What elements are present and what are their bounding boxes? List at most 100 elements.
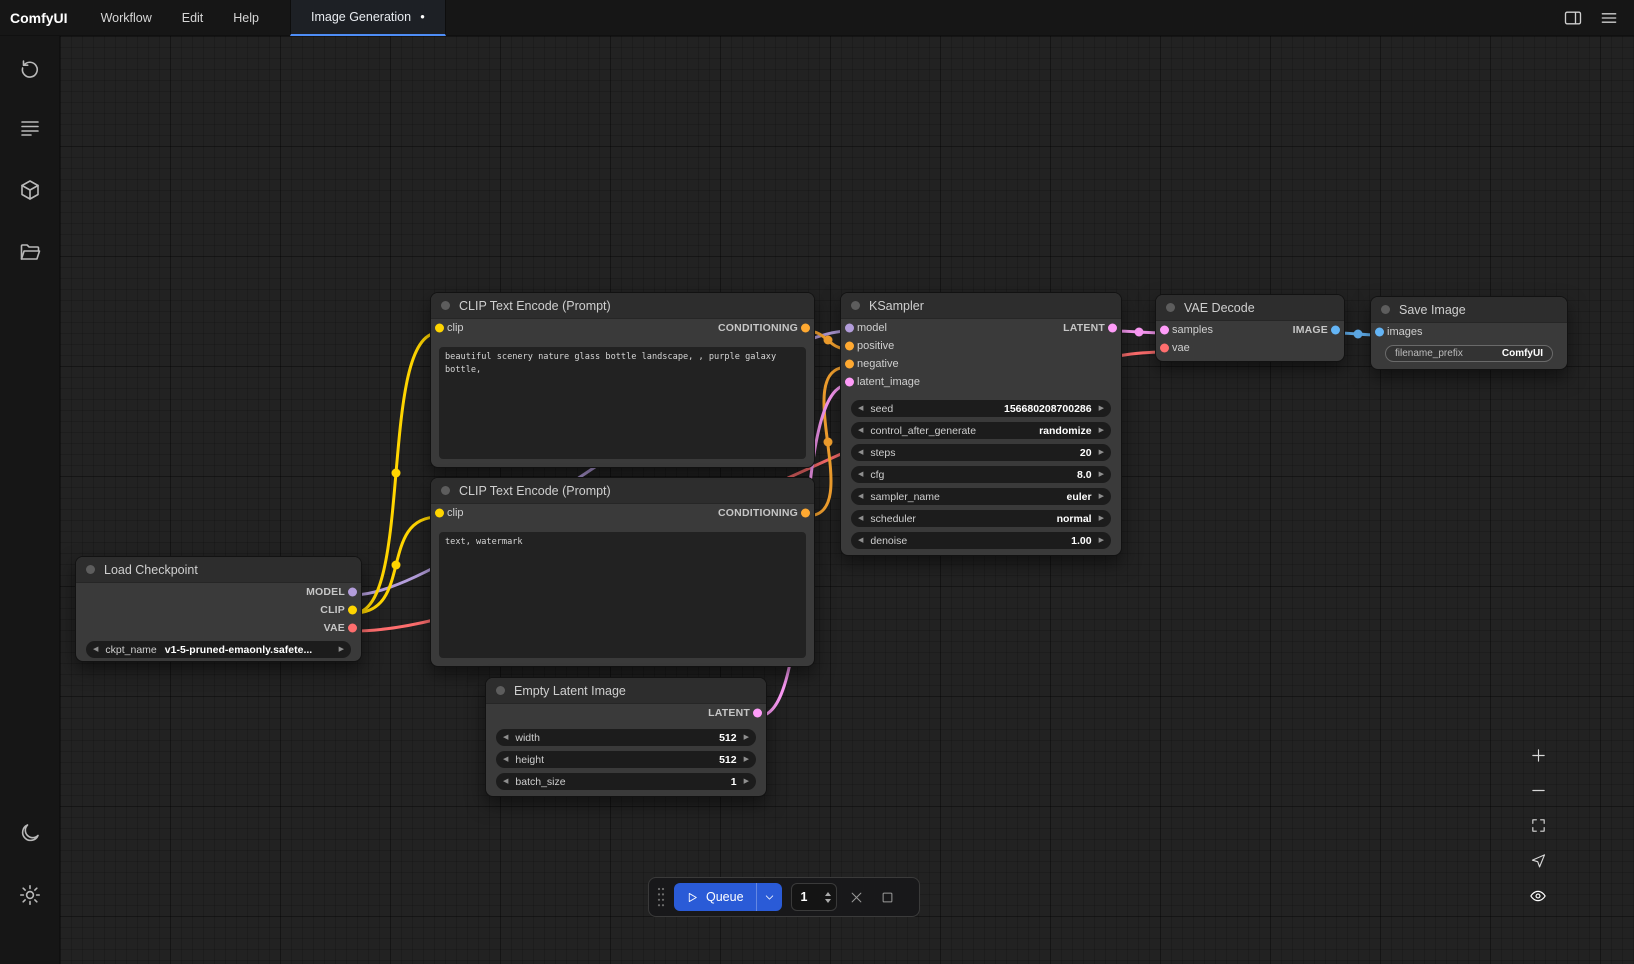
tab-image-generation[interactable]: Image Generation ● <box>290 0 446 36</box>
collapse-dot-icon[interactable] <box>441 486 450 495</box>
collapse-dot-icon[interactable] <box>441 301 450 310</box>
output-port-vae[interactable] <box>348 624 357 633</box>
increment-arrow-icon[interactable]: ▶ <box>744 734 749 741</box>
decrement-arrow-icon[interactable]: ◀ <box>503 756 508 763</box>
decrement-arrow-icon[interactable]: ◀ <box>503 778 508 785</box>
decrement-arrow-icon[interactable]: ◀ <box>858 493 863 500</box>
node-header[interactable]: Save Image <box>1371 297 1567 323</box>
decrement-arrow-icon[interactable]: ◀ <box>858 471 863 478</box>
node-load-checkpoint[interactable]: Load Checkpoint MODEL CLIP VAE ◀ ckpt_na… <box>75 556 362 662</box>
decrement-icon[interactable] <box>825 899 831 903</box>
fit-view-icon[interactable] <box>1522 810 1554 841</box>
node-clip-text-encode-negative[interactable]: CLIP Text Encode (Prompt) clip CONDITION… <box>430 477 815 667</box>
input-port-clip[interactable] <box>435 324 444 333</box>
input-port-clip[interactable] <box>435 509 444 518</box>
decrement-arrow-icon[interactable]: ◀ <box>858 405 863 412</box>
input-port-negative[interactable] <box>845 360 854 369</box>
widget-seed[interactable]: ◀ seed 156680208700286 ▶ <box>851 400 1111 417</box>
node-ksampler[interactable]: KSampler model LATENT positive negative … <box>840 292 1122 556</box>
increment-arrow-icon[interactable]: ▶ <box>744 778 749 785</box>
collapse-dot-icon[interactable] <box>496 686 505 695</box>
widget-steps[interactable]: ◀ steps 20 ▶ <box>851 444 1111 461</box>
collapse-dot-icon[interactable] <box>1381 305 1390 314</box>
node-header[interactable]: KSampler <box>841 293 1121 319</box>
decrement-arrow-icon[interactable]: ◀ <box>93 646 98 653</box>
increment-arrow-icon[interactable]: ▶ <box>1099 405 1104 412</box>
node-clip-text-encode-positive[interactable]: CLIP Text Encode (Prompt) clip CONDITION… <box>430 292 815 468</box>
decrement-arrow-icon[interactable]: ◀ <box>858 515 863 522</box>
widget-sampler-name[interactable]: ◀ sampler_name euler ▶ <box>851 488 1111 505</box>
menu-workflow[interactable]: Workflow <box>86 0 167 36</box>
widget-ckpt-name[interactable]: ◀ ckpt_name v1-5-pruned-emaonly.safete..… <box>86 641 351 658</box>
node-header[interactable]: Empty Latent Image <box>486 678 766 704</box>
widget-cfg[interactable]: ◀ cfg 8.0 ▶ <box>851 466 1111 483</box>
drag-handle-icon[interactable] <box>657 886 665 908</box>
node-library-icon[interactable] <box>10 108 50 148</box>
input-port-positive[interactable] <box>845 342 854 351</box>
increment-icon[interactable] <box>825 892 831 896</box>
increment-arrow-icon[interactable]: ▶ <box>1099 537 1104 544</box>
widget-scheduler[interactable]: ◀ scheduler normal ▶ <box>851 510 1111 527</box>
widget-height[interactable]: ◀ height 512 ▶ <box>496 751 756 768</box>
decrement-arrow-icon[interactable]: ◀ <box>858 427 863 434</box>
node-graph-canvas[interactable]: Load Checkpoint MODEL CLIP VAE ◀ ckpt_na… <box>60 36 1634 964</box>
node-header[interactable]: VAE Decode <box>1156 295 1344 321</box>
prompt-textarea[interactable]: beautiful scenery nature glass bottle la… <box>439 347 806 459</box>
widget-denoise[interactable]: ◀ denoise 1.00 ▶ <box>851 532 1111 549</box>
output-port-conditioning[interactable] <box>801 509 810 518</box>
input-port-latent-image[interactable] <box>845 378 854 387</box>
node-save-image[interactable]: Save Image images filename_prefix ComfyU… <box>1370 296 1568 370</box>
zoom-out-icon[interactable] <box>1522 775 1554 806</box>
increment-arrow-icon[interactable]: ▶ <box>744 756 749 763</box>
select-cursor-icon[interactable] <box>1522 845 1554 876</box>
theme-moon-icon[interactable] <box>10 813 50 853</box>
cancel-x-icon[interactable] <box>846 886 868 908</box>
node-header[interactable]: CLIP Text Encode (Prompt) <box>431 293 814 319</box>
node-header[interactable]: CLIP Text Encode (Prompt) <box>431 478 814 504</box>
stop-square-icon[interactable] <box>877 886 899 908</box>
output-port-image[interactable] <box>1331 326 1340 335</box>
node-vae-decode[interactable]: VAE Decode samples IMAGE vae <box>1155 294 1345 362</box>
input-port-images[interactable] <box>1375 328 1384 337</box>
widget-filename-prefix[interactable]: filename_prefix ComfyUI <box>1385 345 1553 362</box>
output-port-clip[interactable] <box>348 606 357 615</box>
output-port-conditioning[interactable] <box>801 324 810 333</box>
node-empty-latent-image[interactable]: Empty Latent Image LATENT ◀ width 512 ▶ … <box>485 677 767 797</box>
app-logo[interactable]: ComfyUI <box>0 10 86 26</box>
decrement-arrow-icon[interactable]: ◀ <box>503 734 508 741</box>
workflows-folder-icon[interactable] <box>10 232 50 272</box>
queue-history-icon[interactable] <box>10 48 50 88</box>
collapse-dot-icon[interactable] <box>86 565 95 574</box>
zoom-in-icon[interactable] <box>1522 740 1554 771</box>
input-port-vae[interactable] <box>1160 344 1169 353</box>
widget-batch-size[interactable]: ◀ batch_size 1 ▶ <box>496 773 756 790</box>
hamburger-menu-icon[interactable] <box>1598 7 1620 29</box>
decrement-arrow-icon[interactable]: ◀ <box>858 537 863 544</box>
toggle-visibility-eye-icon[interactable] <box>1522 880 1554 911</box>
output-port-latent[interactable] <box>753 709 762 718</box>
increment-arrow-icon[interactable]: ▶ <box>1099 493 1104 500</box>
widget-width[interactable]: ◀ width 512 ▶ <box>496 729 756 746</box>
menu-edit[interactable]: Edit <box>167 0 219 36</box>
toggle-panel-icon[interactable] <box>1562 7 1584 29</box>
increment-arrow-icon[interactable]: ▶ <box>1099 449 1104 456</box>
model-library-icon[interactable] <box>10 170 50 210</box>
increment-arrow-icon[interactable]: ▶ <box>1099 427 1104 434</box>
increment-arrow-icon[interactable]: ▶ <box>1099 471 1104 478</box>
decrement-arrow-icon[interactable]: ◀ <box>858 449 863 456</box>
widget-control-after-generate[interactable]: ◀ control_after_generate randomize ▶ <box>851 422 1111 439</box>
input-port-model[interactable] <box>845 324 854 333</box>
input-port-samples[interactable] <box>1160 326 1169 335</box>
batch-count-spinner[interactable]: 1 <box>791 883 837 911</box>
output-port-model[interactable] <box>348 588 357 597</box>
prompt-textarea[interactable]: text, watermark <box>439 532 806 658</box>
node-header[interactable]: Load Checkpoint <box>76 557 361 583</box>
queue-button[interactable]: Queue <box>674 883 782 911</box>
increment-arrow-icon[interactable]: ▶ <box>339 646 344 653</box>
output-port-latent[interactable] <box>1108 324 1117 333</box>
collapse-dot-icon[interactable] <box>1166 303 1175 312</box>
queue-options-caret-icon[interactable] <box>756 883 782 911</box>
settings-gear-icon[interactable] <box>10 875 50 915</box>
collapse-dot-icon[interactable] <box>851 301 860 310</box>
increment-arrow-icon[interactable]: ▶ <box>1099 515 1104 522</box>
